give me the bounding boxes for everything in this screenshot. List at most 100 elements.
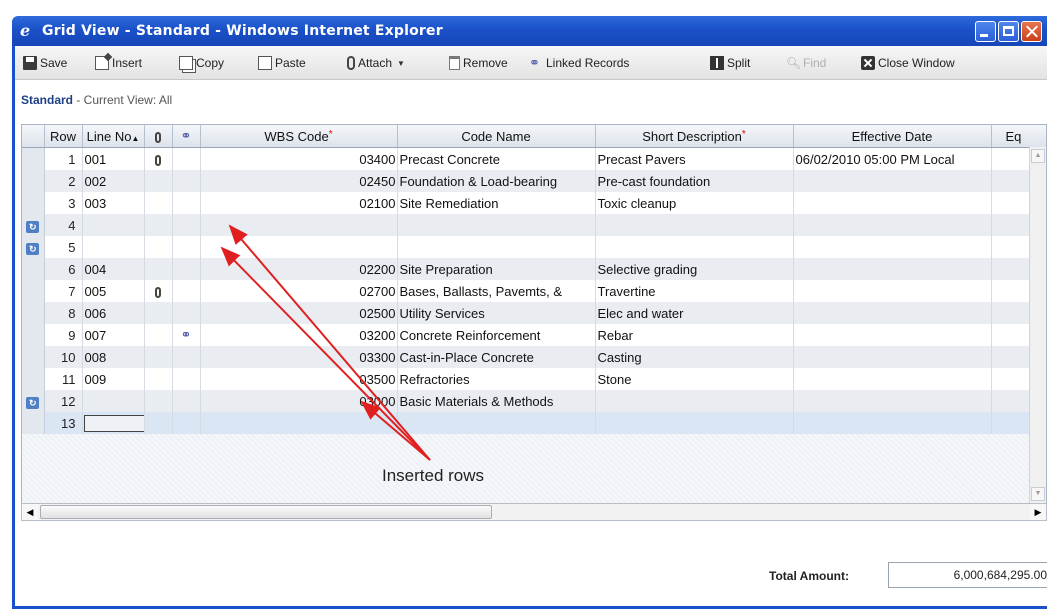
- attachment-cell[interactable]: [144, 236, 173, 258]
- scroll-left-button[interactable]: ◀: [22, 504, 38, 520]
- row-indicator[interactable]: [22, 368, 45, 390]
- attachment-cell[interactable]: [144, 324, 173, 346]
- table-row[interactable]: 8 006 02500 Utility Services Elec and water: [22, 302, 1046, 324]
- row-indicator[interactable]: [22, 346, 45, 368]
- attachment-cell[interactable]: [144, 368, 173, 390]
- attachment-cell[interactable]: [144, 302, 173, 324]
- line-no-cell[interactable]: 003: [82, 192, 145, 214]
- code-name-cell[interactable]: Site Remediation: [397, 192, 596, 214]
- linked-cell[interactable]: [172, 412, 201, 434]
- wbs-code-cell[interactable]: 02700: [200, 280, 398, 302]
- table-row[interactable]: ↻ 5: [22, 236, 1046, 258]
- short-description-cell[interactable]: Selective grading: [595, 258, 794, 280]
- maximize-button[interactable]: [998, 21, 1019, 42]
- col-wbs-code[interactable]: WBS Code*: [200, 125, 398, 148]
- attachment-cell[interactable]: [144, 412, 173, 434]
- linked-cell[interactable]: [172, 390, 201, 412]
- vertical-scrollbar[interactable]: ▲ ▼: [1029, 147, 1046, 503]
- row-indicator[interactable]: [22, 192, 45, 214]
- row-indicator[interactable]: ↻: [22, 236, 45, 258]
- code-name-cell[interactable]: Concrete Reinforcement: [397, 324, 596, 346]
- short-description-cell[interactable]: [595, 412, 794, 434]
- paperclip-icon[interactable]: [155, 154, 161, 166]
- table-row[interactable]: 7 005 02700 Bases, Ballasts, Pavemts, & Trav…: [22, 280, 1046, 302]
- table-row[interactable]: 10 008 03300 Cast-in-Place Concrete Casting: [22, 346, 1046, 368]
- short-description-cell[interactable]: Rebar: [595, 324, 794, 346]
- short-description-cell[interactable]: [595, 214, 794, 236]
- table-row[interactable]: ↻ 4: [22, 214, 1046, 236]
- attachment-cell[interactable]: [144, 214, 173, 236]
- title-bar[interactable]: e Grid View - Standard - Windows Interne…: [12, 16, 1047, 46]
- short-description-cell[interactable]: Pre-cast foundation: [595, 170, 794, 192]
- wbs-code-cell[interactable]: 03400: [200, 147, 398, 170]
- short-description-cell[interactable]: [595, 390, 794, 412]
- row-indicator[interactable]: [22, 412, 45, 434]
- short-description-cell[interactable]: Precast Pavers: [595, 147, 794, 170]
- line-no-cell[interactable]: 004: [82, 258, 145, 280]
- effective-date-cell[interactable]: [793, 214, 992, 236]
- effective-date-cell[interactable]: [793, 346, 992, 368]
- line-no-cell[interactable]: 005: [82, 280, 145, 302]
- code-name-cell[interactable]: Utility Services: [397, 302, 596, 324]
- attachment-cell[interactable]: [144, 346, 173, 368]
- split-button[interactable]: Split: [710, 54, 750, 72]
- table-row[interactable]: 1 001 03400 Precast Concrete Precast Pavers 0…: [22, 147, 1046, 170]
- line-no-cell[interactable]: [82, 412, 145, 434]
- attachment-cell[interactable]: [144, 170, 173, 192]
- save-button[interactable]: Save: [23, 54, 67, 72]
- short-description-cell[interactable]: Elec and water: [595, 302, 794, 324]
- line-no-cell[interactable]: [82, 214, 145, 236]
- code-name-cell[interactable]: Site Preparation: [397, 258, 596, 280]
- wbs-code-cell[interactable]: 02450: [200, 170, 398, 192]
- col-attachments[interactable]: [144, 125, 173, 148]
- table-row[interactable]: 6 004 02200 Site Preparation Selective gradi…: [22, 258, 1046, 280]
- attachment-cell[interactable]: [144, 280, 173, 302]
- short-description-cell[interactable]: Toxic cleanup: [595, 192, 794, 214]
- wbs-code-cell[interactable]: 03500: [200, 368, 398, 390]
- scroll-right-button[interactable]: ▶: [1030, 504, 1046, 520]
- col-line-no[interactable]: Line No▲: [82, 125, 145, 148]
- col-row[interactable]: Row: [44, 125, 83, 148]
- row-indicator[interactable]: [22, 147, 45, 170]
- attachment-cell[interactable]: [144, 192, 173, 214]
- line-no-cell[interactable]: 001: [82, 147, 145, 170]
- code-name-cell[interactable]: Foundation & Load-bearing: [397, 170, 596, 192]
- table-row[interactable]: 9 007 ⚭ 03200 Concrete Reinforcement Rebar: [22, 324, 1046, 346]
- code-name-cell[interactable]: [397, 214, 596, 236]
- col-effective-date[interactable]: Effective Date: [793, 125, 992, 148]
- linked-cell[interactable]: [172, 214, 201, 236]
- wbs-code-cell[interactable]: 03000: [200, 390, 398, 412]
- code-name-cell[interactable]: [397, 412, 596, 434]
- attachment-cell[interactable]: [144, 390, 173, 412]
- row-indicator[interactable]: [22, 280, 45, 302]
- linked-cell[interactable]: [172, 236, 201, 258]
- linked-cell[interactable]: [172, 368, 201, 390]
- wbs-code-cell[interactable]: [200, 214, 398, 236]
- line-no-cell[interactable]: [82, 390, 145, 412]
- table-row[interactable]: 3 003 02100 Site Remediation Toxic cleanup: [22, 192, 1046, 214]
- line-no-cell[interactable]: 009: [82, 368, 145, 390]
- wbs-code-cell[interactable]: 03300: [200, 346, 398, 368]
- short-description-cell[interactable]: [595, 236, 794, 258]
- view-name[interactable]: Standard: [21, 93, 73, 107]
- line-no-cell[interactable]: 002: [82, 170, 145, 192]
- linked-cell[interactable]: [172, 346, 201, 368]
- effective-date-cell[interactable]: [793, 236, 992, 258]
- linked-cell[interactable]: [172, 147, 201, 170]
- minimize-button[interactable]: [975, 21, 996, 42]
- linked-cell[interactable]: [172, 302, 201, 324]
- close-window-button[interactable]: Close Window: [861, 54, 955, 72]
- scroll-up-button[interactable]: ▲: [1031, 149, 1045, 163]
- row-indicator[interactable]: [22, 324, 45, 346]
- horizontal-scrollbar[interactable]: ◀ ▶: [21, 503, 1047, 521]
- attachment-cell[interactable]: [144, 147, 173, 170]
- linked-cell[interactable]: [172, 280, 201, 302]
- line-no-cell[interactable]: [82, 236, 145, 258]
- col-code-name[interactable]: Code Name: [397, 125, 596, 148]
- wbs-code-cell[interactable]: 03200: [200, 324, 398, 346]
- dropdown-arrow-icon[interactable]: ▼: [397, 59, 405, 68]
- linked-cell[interactable]: ⚭: [172, 324, 201, 346]
- attach-button[interactable]: Attach ▼: [347, 54, 405, 72]
- code-name-cell[interactable]: Bases, Ballasts, Pavemts, &: [397, 280, 596, 302]
- code-name-cell[interactable]: [397, 236, 596, 258]
